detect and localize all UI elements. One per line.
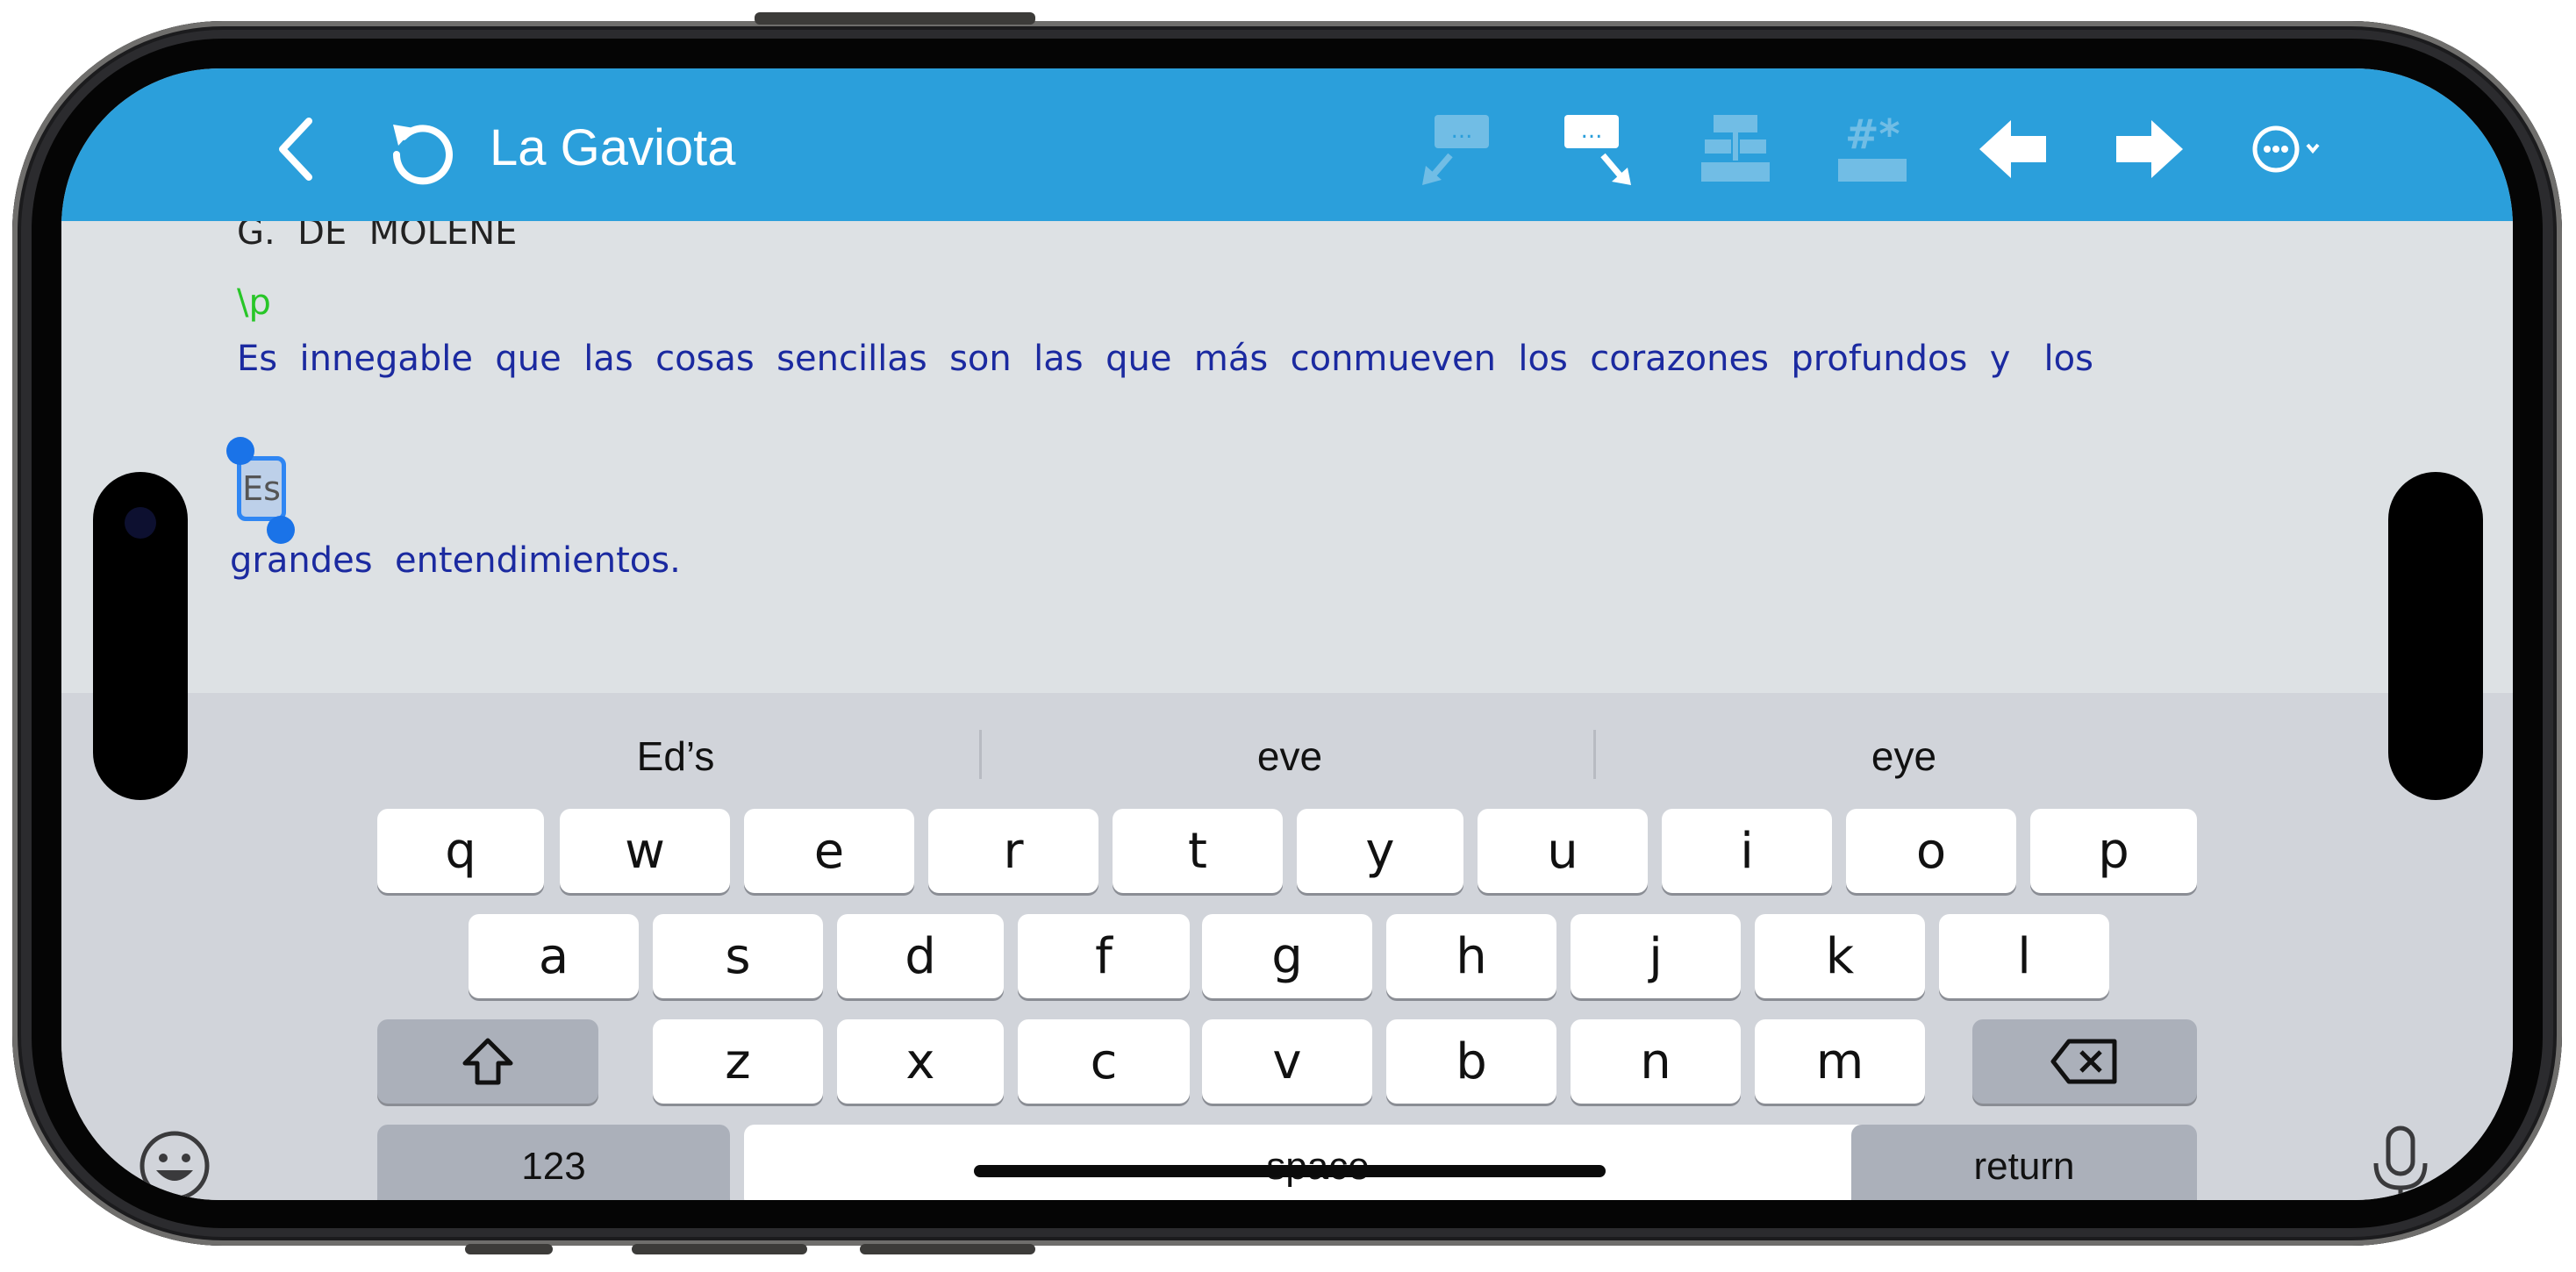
bottom-side-button [465,1244,553,1254]
screen: La Gaviota ... ... #* G. DE MOLÈNE \p Es… [61,68,2513,1200]
shift-arrow-icon [462,1038,513,1085]
key-d[interactable]: d [837,914,1004,998]
arrow-left-icon[interactable] [1969,105,2057,193]
svg-text:...: ... [1451,118,1473,144]
key-t[interactable]: t [1113,809,1283,893]
paragraph-marker[interactable]: \p [237,282,271,323]
key-l[interactable]: l [1939,914,2109,998]
suggestion-3[interactable]: eye [1658,716,2150,797]
front-camera [125,507,156,539]
key-c[interactable]: c [1018,1019,1190,1104]
more-options-icon[interactable] [2246,105,2334,193]
key-f[interactable]: f [1018,914,1190,998]
key-v[interactable]: v [1202,1019,1372,1104]
key-x[interactable]: x [837,1019,1004,1104]
delete-key[interactable] [1972,1019,2197,1104]
microphone-icon[interactable] [2365,1125,2436,1200]
emoji-icon[interactable] [137,1128,212,1200]
key-n[interactable]: n [1571,1019,1741,1104]
top-toolbar: La Gaviota ... ... #* [61,68,2513,221]
arrow-right-icon[interactable] [2106,105,2193,193]
return-key[interactable]: return [1851,1125,2197,1200]
paragraph-line-1[interactable]: Es innegable que las cosas sencillas son… [237,339,2093,379]
bottom-side-button [860,1244,1035,1254]
key-a[interactable]: a [469,914,639,998]
key-k[interactable]: k [1755,914,1925,998]
keyboard: Ed’s eve eye q w e r t y u i o p a s d f… [61,693,2513,1200]
key-y[interactable]: y [1297,809,1463,893]
space-key[interactable]: space [744,1125,1892,1200]
bottom-side-button [632,1244,807,1254]
join-up-icon: ... [1413,105,1500,193]
key-r[interactable]: r [928,809,1098,893]
split-down-icon[interactable]: ... [1553,105,1641,193]
key-e[interactable]: e [744,809,914,893]
hash-marker-icon: #* [1828,105,1916,193]
suggestion-divider [1593,730,1596,779]
key-s[interactable]: s [653,914,823,998]
numbers-key[interactable]: 123 [377,1125,730,1200]
selected-word[interactable]: Es [237,456,286,521]
cutout-right [2388,472,2483,800]
top-line-text: G. DE MOLÈNE [237,221,518,253]
undo-rotate-icon[interactable] [377,105,465,193]
suggestion-divider [979,730,982,779]
selection-start-handle[interactable] [226,437,254,465]
dynamic-island-left [93,472,188,800]
home-indicator [974,1165,1606,1177]
key-u[interactable]: u [1478,809,1648,893]
svg-text:#*: #* [1845,111,1900,158]
merge-icon [1692,105,1779,193]
suggestion-1[interactable]: Ed’s [439,716,912,797]
key-p[interactable]: p [2030,809,2197,893]
key-j[interactable]: j [1571,914,1741,998]
key-i[interactable]: i [1662,809,1832,893]
key-g[interactable]: g [1202,914,1372,998]
key-b[interactable]: b [1386,1019,1556,1104]
backspace-icon [2050,1039,2117,1084]
key-m[interactable]: m [1755,1019,1925,1104]
key-o[interactable]: o [1846,809,2016,893]
document-editor[interactable]: G. DE MOLÈNE \p Es innegable que las cos… [61,221,2513,693]
key-h[interactable]: h [1386,914,1556,998]
paragraph-line-2[interactable]: grandes entendimientos. [230,540,681,581]
shift-key[interactable] [377,1019,598,1104]
svg-text:...: ... [1581,118,1603,144]
key-q[interactable]: q [377,809,544,893]
suggestion-2[interactable]: eve [1044,716,1535,797]
back-chevron-icon[interactable] [253,105,340,193]
key-w[interactable]: w [560,809,730,893]
key-z[interactable]: z [653,1019,823,1104]
top-side-button [755,12,1035,25]
document-title: La Gaviota [490,119,736,176]
